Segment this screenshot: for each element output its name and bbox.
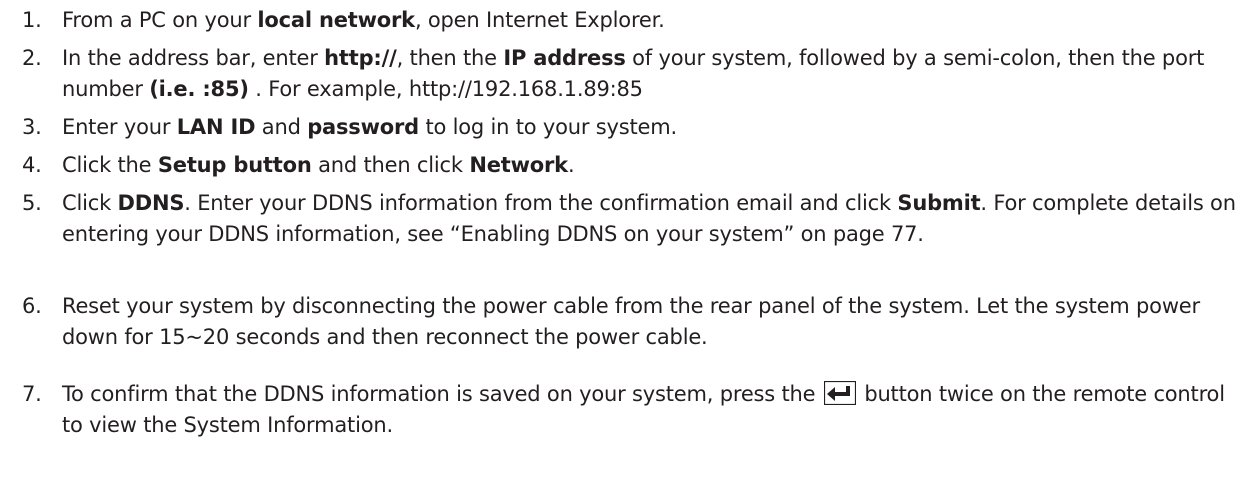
step-number: 4. bbox=[22, 153, 42, 177]
step-4: 4. Click the Setup button and then click… bbox=[22, 150, 1237, 181]
step-7: 7. To confirm that the DDNS information … bbox=[22, 379, 1237, 441]
step-text: Click DDNS. Enter your DDNS information … bbox=[62, 191, 1236, 246]
step-5: 5. Click DDNS. Enter your DDNS informati… bbox=[22, 188, 1237, 250]
step-number: 2. bbox=[22, 46, 42, 70]
step-text: Click the Setup button and then click Ne… bbox=[62, 153, 575, 177]
step-text: Enter your LAN ID and password to log in… bbox=[62, 115, 678, 139]
step-2: 2. In the address bar, enter http://, th… bbox=[22, 43, 1237, 105]
step-number: 3. bbox=[22, 115, 42, 139]
step-number: 6. bbox=[22, 294, 42, 318]
step-1: 1. From a PC on your local network, open… bbox=[22, 5, 1237, 36]
step-number: 5. bbox=[22, 191, 42, 215]
step-text: To confirm that the DDNS information is … bbox=[62, 381, 1225, 437]
step-6: 6. Reset your system by disconnecting th… bbox=[22, 291, 1237, 353]
step-number: 7. bbox=[22, 382, 42, 406]
step-text: In the address bar, enter http://, then … bbox=[62, 46, 1205, 101]
step-text: Reset your system by disconnecting the p… bbox=[62, 294, 1200, 349]
step-number: 1. bbox=[22, 8, 42, 32]
step-3: 3. Enter your LAN ID and password to log… bbox=[22, 112, 1237, 143]
step-text: From a PC on your local network, open In… bbox=[62, 8, 665, 32]
enter-key-icon bbox=[823, 381, 856, 405]
